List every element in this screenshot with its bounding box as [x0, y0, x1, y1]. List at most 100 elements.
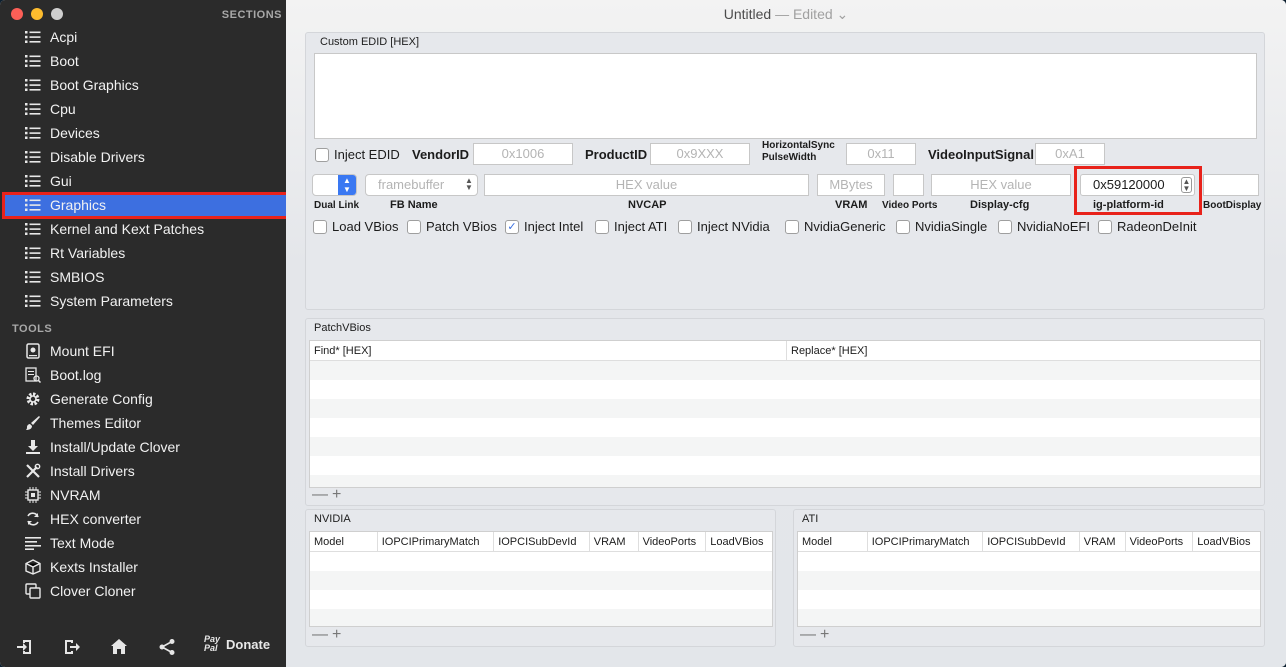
sidebar-item-graphics[interactable]: Graphics: [2, 193, 288, 217]
close-window-button[interactable]: [11, 8, 23, 20]
checkbox-box[interactable]: [896, 219, 910, 234]
custom-edid-textarea[interactable]: [314, 53, 1257, 139]
hsync-input[interactable]: 0x11: [846, 143, 916, 165]
checkbox-box[interactable]: [407, 219, 421, 234]
column-header-find[interactable]: Find* [HEX]: [310, 341, 787, 360]
table-row[interactable]: [310, 418, 1260, 437]
nvidiageneric-checkbox[interactable]: NvidiaGeneric: [785, 219, 886, 234]
nvidiasingle-checkbox[interactable]: NvidiaSingle: [896, 219, 987, 234]
column-header-loadvbios[interactable]: LoadVBios: [706, 532, 772, 551]
stepper-icon[interactable]: ▲ ▼: [463, 177, 475, 193]
video-input-signal-input[interactable]: 0xA1: [1035, 143, 1105, 165]
boot-display-input[interactable]: [1203, 174, 1259, 196]
sidebar-item-rt-variables[interactable]: Rt Variables: [2, 241, 288, 265]
remove-row-button[interactable]: —: [312, 486, 332, 503]
fb-name-combo[interactable]: framebuffer ▲ ▼: [365, 174, 478, 196]
sidebar-tool-themes-editor[interactable]: Themes Editor: [2, 411, 288, 435]
ig-platform-id-combo[interactable]: 0x59120000 ▲ ▼: [1080, 174, 1195, 196]
ati-table[interactable]: Model IOPCIPrimaryMatch IOPCISubDevId VR…: [797, 531, 1261, 627]
column-header-vram[interactable]: VRAM: [1080, 532, 1126, 551]
inject-edid-box[interactable]: [315, 147, 329, 162]
table-row[interactable]: [798, 609, 1260, 626]
sidebar-item-disable-drivers[interactable]: Disable Drivers: [2, 145, 288, 169]
column-header-iopciprimarymatch[interactable]: IOPCIPrimaryMatch: [868, 532, 984, 551]
video-ports-input[interactable]: [893, 174, 924, 196]
table-row[interactable]: [798, 571, 1260, 590]
table-row[interactable]: [310, 456, 1260, 475]
dual-link-popup[interactable]: ▲ ▼: [312, 174, 357, 196]
sidebar-item-system-parameters[interactable]: System Parameters: [2, 289, 288, 313]
import-icon[interactable]: [15, 637, 35, 657]
checkbox-box[interactable]: [595, 219, 609, 234]
share-icon[interactable]: [157, 637, 177, 657]
sidebar-item-smbios[interactable]: SMBIOS: [2, 265, 288, 289]
sidebar-tool-mount-efi[interactable]: Mount EFI: [2, 339, 288, 363]
sidebar-item-gui[interactable]: Gui: [2, 169, 288, 193]
remove-row-button[interactable]: —: [312, 626, 332, 643]
column-header-loadvbios[interactable]: LoadVBios: [1193, 532, 1260, 551]
column-header-videoports[interactable]: VideoPorts: [639, 532, 707, 551]
nvidianoefi-checkbox[interactable]: NvidiaNoEFI: [998, 219, 1090, 234]
patch-vbios-table[interactable]: Find* [HEX] Replace* [HEX]: [309, 340, 1261, 488]
vendor-id-input[interactable]: 0x1006: [473, 143, 573, 165]
sidebar-tool-hex-converter[interactable]: HEX converter: [2, 507, 288, 531]
edited-status[interactable]: — Edited ⌄: [775, 6, 848, 22]
checkbox-box[interactable]: [678, 219, 692, 234]
checkbox-box[interactable]: [785, 219, 799, 234]
column-header-model[interactable]: Model: [310, 532, 378, 551]
sidebar-item-acpi[interactable]: Acpi: [2, 25, 288, 49]
table-row[interactable]: [798, 552, 1260, 571]
sidebar-tool-install-drivers[interactable]: Install Drivers: [2, 459, 288, 483]
table-row[interactable]: [310, 399, 1260, 418]
inject-intel-checkbox[interactable]: ✓ Inject Intel: [505, 219, 583, 234]
sidebar-item-boot[interactable]: Boot: [2, 49, 288, 73]
add-row-button[interactable]: +: [332, 486, 345, 503]
display-cfg-input[interactable]: HEX value: [931, 174, 1071, 196]
sidebar-tool-text-mode[interactable]: Text Mode: [2, 531, 288, 555]
table-row[interactable]: [310, 475, 1260, 487]
column-header-iopcisubdevid[interactable]: IOPCISubDevId: [983, 532, 1080, 551]
inject-edid-checkbox[interactable]: Inject EDID: [315, 147, 400, 162]
nvidia-table[interactable]: Model IOPCIPrimaryMatch IOPCISubDevId VR…: [309, 531, 773, 627]
sidebar-tool-boot-log[interactable]: Boot.log: [2, 363, 288, 387]
patch-vbios-checkbox[interactable]: Patch VBios: [407, 219, 497, 234]
vram-input[interactable]: MBytes: [817, 174, 885, 196]
column-header-replace[interactable]: Replace* [HEX]: [787, 341, 1260, 360]
export-icon[interactable]: [62, 637, 82, 657]
add-row-button[interactable]: +: [820, 626, 833, 643]
table-row[interactable]: [310, 552, 772, 571]
checkbox-box[interactable]: [313, 219, 327, 234]
product-id-input[interactable]: 0x9XXX: [650, 143, 750, 165]
remove-row-button[interactable]: —: [800, 626, 820, 643]
inject-nvidia-checkbox[interactable]: Inject NVidia: [678, 219, 770, 234]
checkbox-box[interactable]: [998, 219, 1012, 234]
table-row[interactable]: [310, 361, 1260, 380]
minimize-window-button[interactable]: [31, 8, 43, 20]
checkmark-icon[interactable]: ✓: [505, 219, 519, 234]
sidebar-item-devices[interactable]: Devices: [2, 121, 288, 145]
load-vbios-checkbox[interactable]: Load VBios: [313, 219, 399, 234]
stepper-icon[interactable]: ▲ ▼: [1181, 177, 1192, 193]
sidebar-item-kernel-and-kext-patches[interactable]: Kernel and Kext Patches: [2, 217, 288, 241]
column-header-iopcisubdevid[interactable]: IOPCISubDevId: [494, 532, 590, 551]
nvcap-input[interactable]: HEX value: [484, 174, 809, 196]
table-row[interactable]: [310, 609, 772, 626]
sidebar-tool-kexts-installer[interactable]: Kexts Installer: [2, 555, 288, 579]
sidebar-tool-install-update-clover[interactable]: Install/Update Clover: [2, 435, 288, 459]
table-row[interactable]: [310, 380, 1260, 399]
donate-button[interactable]: Pay Pal Donate: [204, 635, 270, 653]
table-row[interactable]: [310, 590, 772, 609]
sidebar-item-boot-graphics[interactable]: Boot Graphics: [2, 73, 288, 97]
column-header-vram[interactable]: VRAM: [590, 532, 639, 551]
add-row-button[interactable]: +: [332, 626, 345, 643]
sidebar-item-cpu[interactable]: Cpu: [2, 97, 288, 121]
home-icon[interactable]: [109, 637, 129, 657]
sidebar-tool-nvram[interactable]: NVRAM: [2, 483, 288, 507]
column-header-model[interactable]: Model: [798, 532, 868, 551]
inject-ati-checkbox[interactable]: Inject ATI: [595, 219, 667, 234]
zoom-window-button[interactable]: [51, 8, 63, 20]
table-row[interactable]: [798, 590, 1260, 609]
radeondeinit-checkbox[interactable]: RadeonDeInit: [1098, 219, 1197, 234]
column-header-iopciprimarymatch[interactable]: IOPCIPrimaryMatch: [378, 532, 495, 551]
checkbox-box[interactable]: [1098, 219, 1112, 234]
